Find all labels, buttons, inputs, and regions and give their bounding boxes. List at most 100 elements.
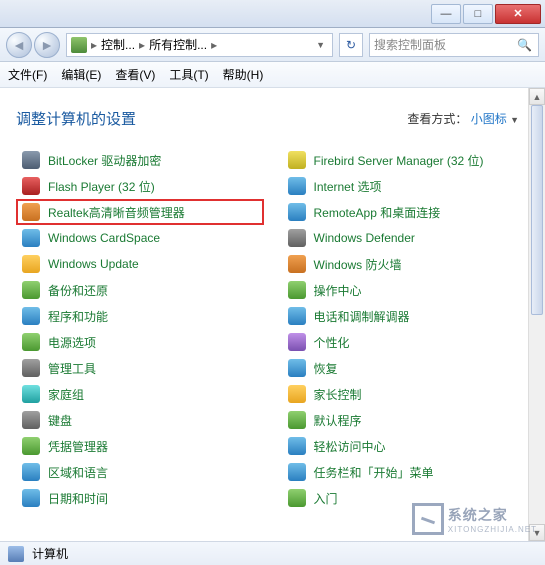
item-label: 日期和时间: [48, 490, 108, 507]
breadcrumb-part[interactable]: 所有控制...: [149, 36, 207, 53]
menu-tools[interactable]: 工具(T): [169, 66, 208, 83]
watermark-logo-icon: [412, 503, 444, 535]
item-label: Windows Defender: [314, 231, 415, 245]
list-item[interactable]: 程序和功能: [16, 303, 264, 329]
list-item[interactable]: 家长控制: [282, 381, 530, 407]
list-item[interactable]: 轻松访问中心: [282, 433, 530, 459]
list-item[interactable]: 电话和调制解调器: [282, 303, 530, 329]
computer-icon: [8, 546, 24, 562]
list-item[interactable]: Windows CardSpace: [16, 225, 264, 251]
maximize-button[interactable]: □: [463, 4, 493, 24]
item-icon: [288, 281, 306, 299]
list-item[interactable]: 备份和还原: [16, 277, 264, 303]
back-button[interactable]: ◄: [6, 32, 32, 58]
search-icon: 🔍: [517, 38, 532, 52]
item-icon: [288, 489, 306, 507]
list-item[interactable]: 默认程序: [282, 407, 530, 433]
item-icon: [288, 307, 306, 325]
item-icon: [22, 255, 40, 273]
menu-view[interactable]: 查看(V): [115, 66, 155, 83]
minimize-button[interactable]: —: [431, 4, 461, 24]
chevron-down-icon[interactable]: ▼: [510, 115, 519, 125]
item-icon: [22, 385, 40, 403]
list-item[interactable]: 键盘: [16, 407, 264, 433]
item-label: 电话和调制解调器: [314, 308, 410, 325]
item-label: 电源选项: [48, 334, 96, 351]
list-item[interactable]: 电源选项: [16, 329, 264, 355]
statusbar: 计算机: [0, 541, 545, 565]
item-label: 备份和还原: [48, 282, 108, 299]
item-icon: [288, 255, 306, 273]
search-placeholder: 搜索控制面板: [374, 36, 446, 53]
list-item[interactable]: Internet 选项: [282, 173, 530, 199]
item-label: 入门: [314, 490, 338, 507]
item-label: 区域和语言: [48, 464, 108, 481]
item-label: RemoteApp 和桌面连接: [314, 204, 441, 221]
list-item[interactable]: Windows Defender: [282, 225, 530, 251]
menu-file[interactable]: 文件(F): [8, 66, 47, 83]
page-title: 调整计算机的设置: [16, 108, 136, 129]
item-icon: [288, 333, 306, 351]
item-icon: [22, 359, 40, 377]
list-item[interactable]: 管理工具: [16, 355, 264, 381]
item-label: Windows 防火墙: [314, 256, 402, 273]
item-label: Internet 选项: [314, 178, 382, 195]
refresh-button[interactable]: ↻: [339, 33, 363, 57]
item-label: BitLocker 驱动器加密: [48, 152, 161, 169]
list-item[interactable]: 家庭组: [16, 381, 264, 407]
item-label: 任务栏和「开始」菜单: [314, 464, 434, 481]
item-icon: [22, 203, 40, 221]
watermark: 系统之家 XITONGZHIJIA.NET: [412, 503, 537, 535]
list-item[interactable]: RemoteApp 和桌面连接: [282, 199, 530, 225]
item-label: 个性化: [314, 334, 350, 351]
item-label: 轻松访问中心: [314, 438, 386, 455]
list-item[interactable]: 恢复: [282, 355, 530, 381]
search-input[interactable]: 搜索控制面板 🔍: [369, 33, 539, 57]
item-icon: [22, 411, 40, 429]
list-item[interactable]: 操作中心: [282, 277, 530, 303]
item-label: 管理工具: [48, 360, 96, 377]
scroll-thumb[interactable]: [531, 105, 543, 315]
item-icon: [288, 411, 306, 429]
watermark-url: XITONGZHIJIA.NET: [448, 525, 537, 534]
scroll-up-button[interactable]: ▲: [529, 88, 545, 105]
item-label: 操作中心: [314, 282, 362, 299]
item-icon: [288, 151, 306, 169]
list-item[interactable]: Realtek高清晰音频管理器: [16, 199, 264, 225]
list-item[interactable]: 任务栏和「开始」菜单: [282, 459, 530, 485]
list-item[interactable]: 区域和语言: [16, 459, 264, 485]
item-icon: [22, 307, 40, 325]
list-item[interactable]: Windows 防火墙: [282, 251, 530, 277]
item-label: 家长控制: [314, 386, 362, 403]
item-label: 凭据管理器: [48, 438, 108, 455]
item-label: Windows Update: [48, 257, 139, 271]
menu-help[interactable]: 帮助(H): [223, 66, 264, 83]
close-button[interactable]: ✕: [495, 4, 541, 24]
list-item[interactable]: Flash Player (32 位): [16, 173, 264, 199]
item-icon: [22, 333, 40, 351]
list-item[interactable]: 凭据管理器: [16, 433, 264, 459]
item-icon: [288, 359, 306, 377]
scrollbar[interactable]: ▲ ▼: [528, 88, 545, 541]
item-icon: [288, 203, 306, 221]
breadcrumb-drop-icon[interactable]: ▼: [313, 40, 328, 50]
list-item[interactable]: BitLocker 驱动器加密: [16, 147, 264, 173]
breadcrumb[interactable]: ▸ 控制... ▸ 所有控制... ▸ ▼: [66, 33, 333, 57]
menu-edit[interactable]: 编辑(E): [61, 66, 101, 83]
list-item[interactable]: 日期和时间: [16, 485, 264, 511]
item-icon: [288, 437, 306, 455]
list-item[interactable]: 个性化: [282, 329, 530, 355]
view-mode: 查看方式： 小图标 ▼: [407, 110, 519, 127]
breadcrumb-part[interactable]: 控制...: [101, 36, 135, 53]
item-label: Windows CardSpace: [48, 231, 160, 245]
menubar: 文件(F) 编辑(E) 查看(V) 工具(T) 帮助(H): [0, 62, 545, 88]
item-label: 程序和功能: [48, 308, 108, 325]
list-item[interactable]: Windows Update: [16, 251, 264, 277]
view-mode-dropdown[interactable]: 小图标: [471, 112, 507, 126]
control-panel-icon: [71, 37, 87, 53]
item-icon: [288, 229, 306, 247]
forward-button[interactable]: ►: [34, 32, 60, 58]
item-label: 默认程序: [314, 412, 362, 429]
list-item[interactable]: Firebird Server Manager (32 位): [282, 147, 530, 173]
item-icon: [288, 385, 306, 403]
